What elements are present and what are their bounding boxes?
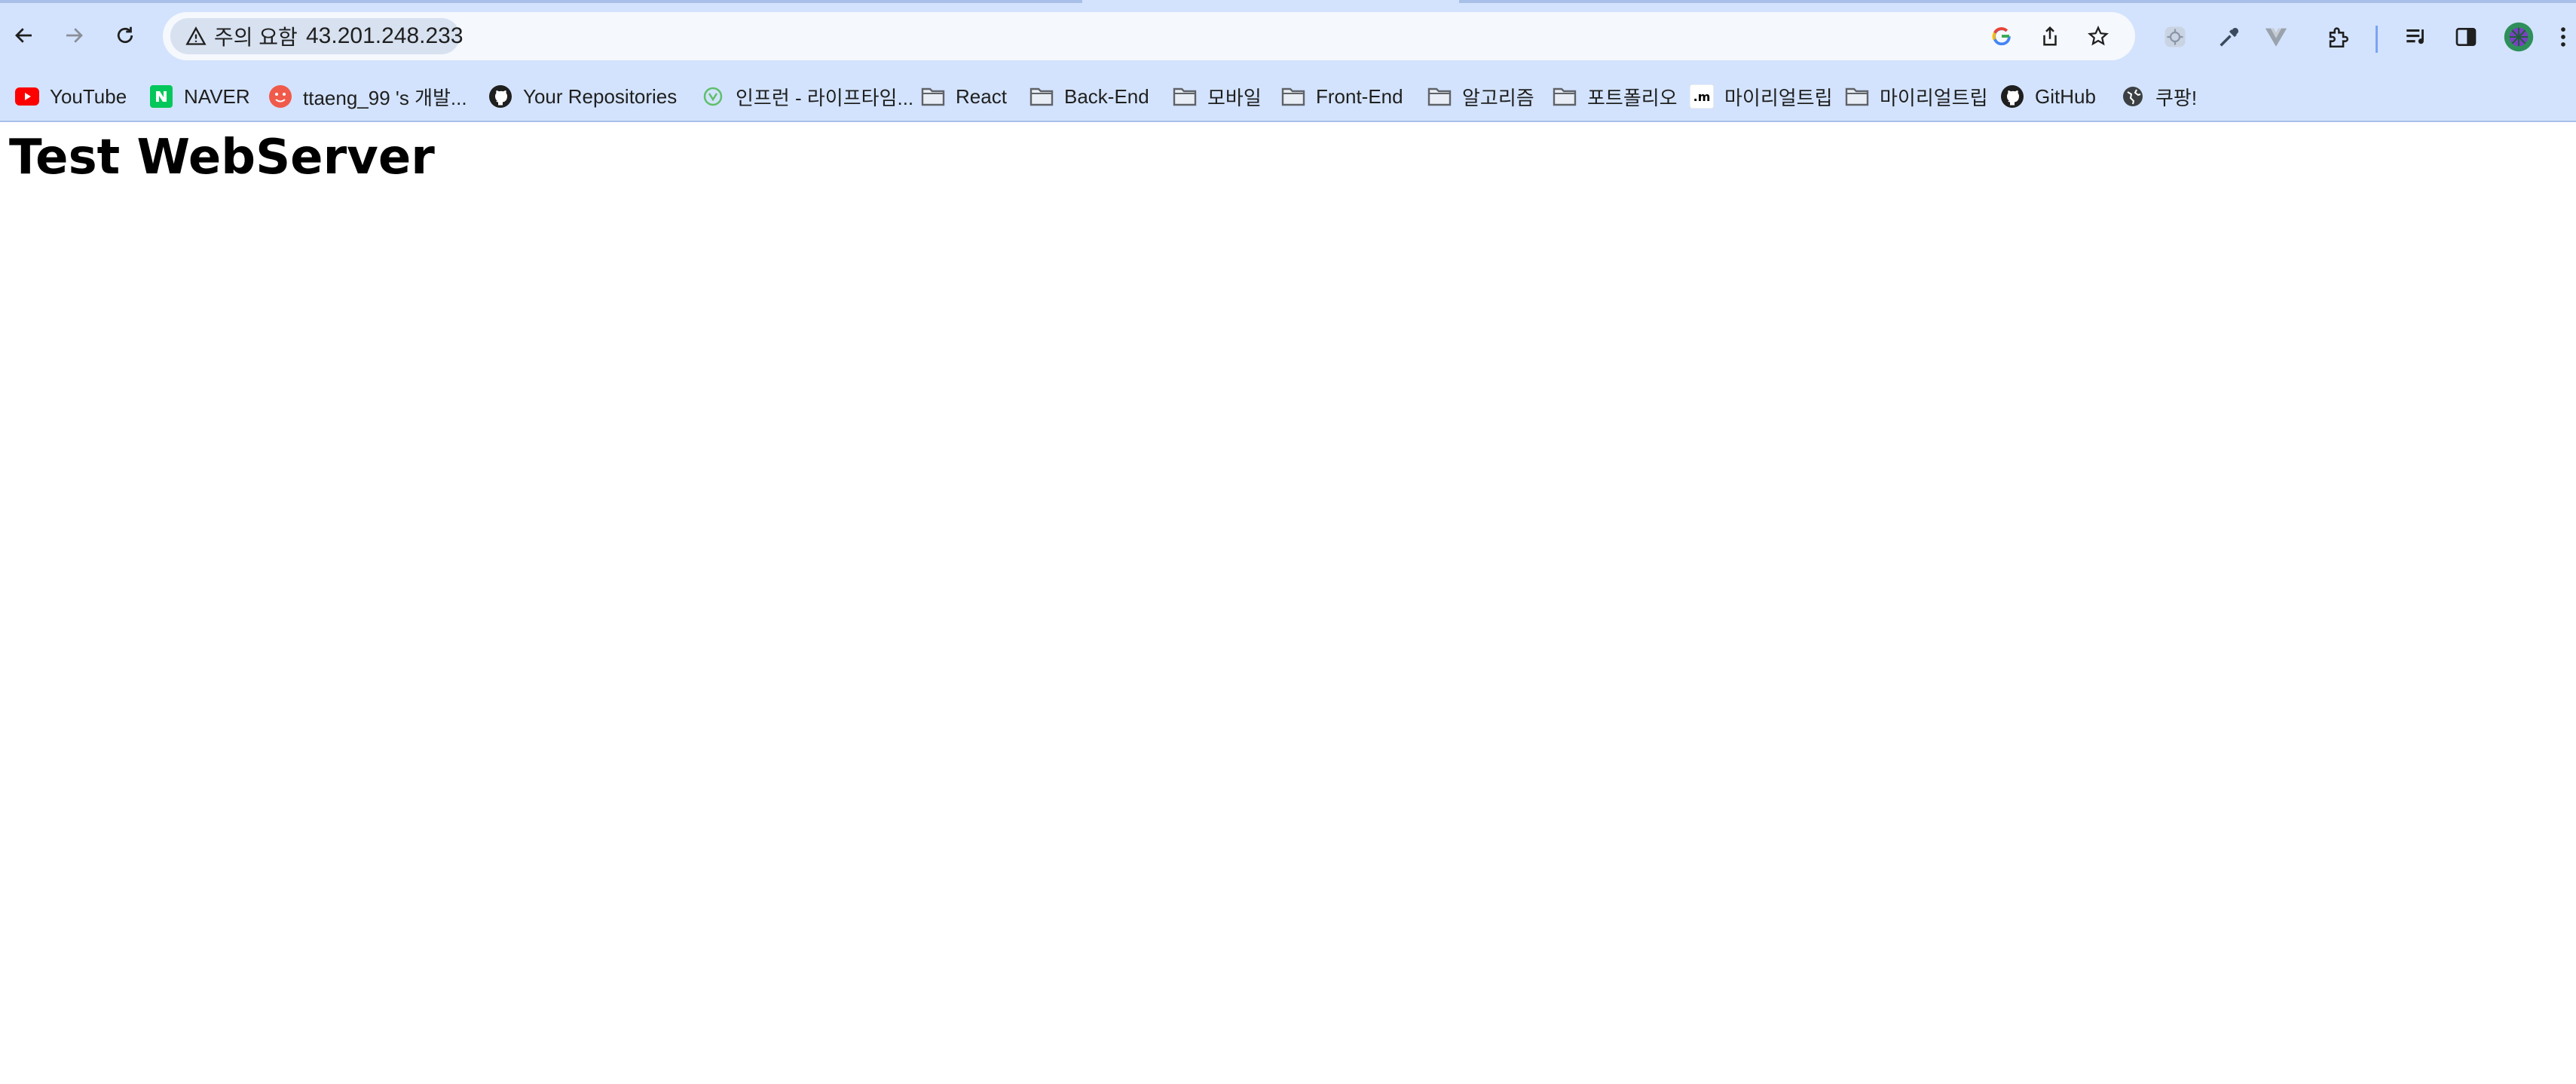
warning-triangle-icon [185,26,207,45]
page-heading: Test WebServer [9,130,435,185]
bookmark-your-repositories[interactable]: Your Repositories [488,78,677,115]
bookmark-ttaeng-blog[interactable]: ttaeng_99 's 개발... [268,78,467,115]
back-button[interactable] [8,19,41,52]
bookmark-label: 포트폴리오 [1587,86,1678,109]
bookmark-folder-back-end[interactable]: Back-End [1029,78,1149,115]
globe-icon [2121,84,2145,109]
blog-favicon-icon [268,84,292,109]
back-arrow-icon [15,28,32,43]
address-bar[interactable]: 주의 요함 43.201.248.233 [163,12,2135,60]
bookmark-label: Front-End [1316,84,1403,108]
side-panel-button[interactable] [2448,19,2484,55]
bookmark-folder-algorithm[interactable]: 알고리즘 [1427,78,1534,115]
github-icon [2000,84,2024,109]
bookmark-myrealtrip[interactable]: .m 마이리얼트립 [1690,78,1833,115]
bookmark-folder-react[interactable]: React [921,78,1007,115]
bookmark-github[interactable]: GitHub [2000,78,2096,115]
bookmark-label: GitHub [2035,84,2096,108]
folder-icon [1281,84,1305,109]
profile-avatar[interactable] [2501,19,2537,55]
bookmark-label: 마이리얼트립 [1724,86,1833,109]
bookmark-folder-mobile[interactable]: 모바일 [1173,78,1262,115]
bookmark-naver[interactable]: NAVER [149,78,250,115]
url-text[interactable]: 43.201.248.233 [306,12,463,60]
folder-icon [1553,84,1577,109]
bookmark-label: YouTube [50,84,127,108]
bookmark-label: React [956,84,1007,108]
security-chip-label: 주의 요함 [214,26,298,49]
svg-text:.m: .m [1693,90,1711,104]
folder-icon [921,84,945,109]
browser-toolbar: 주의 요함 43.201.248.233 [0,9,2576,65]
bookmark-label: Back-End [1064,84,1149,108]
forward-button[interactable] [57,19,90,52]
bookmark-folder-myrealtrip[interactable]: 마이리얼트립 [1845,78,1988,115]
bookmark-youtube[interactable]: YouTube [15,78,127,115]
bookmark-label: ttaeng_99 's 개발... [303,86,467,109]
bookmark-folder-front-end[interactable]: Front-End [1281,78,1403,115]
extension-1-icon [2165,26,2186,47]
reload-button[interactable] [109,19,142,52]
reading-list-button[interactable] [2398,19,2434,55]
bookmark-folder-portfolio[interactable]: 포트폴리오 [1553,78,1678,115]
bookmark-label: 인프런 - 라이프타임... [736,86,914,109]
menu-kebab-icon [2561,27,2565,47]
vue-devtools-icon [2265,28,2287,47]
bookmarks-bar: YouTube NAVER ttaeng_99 's 개발... Your Re… [0,78,2576,115]
eyedropper-button[interactable] [2211,19,2247,55]
star-icon [2088,26,2109,46]
bookmark-inflearn[interactable]: 인프런 - 라이프타임... [701,78,913,115]
folder-icon [1029,84,1054,109]
bookmark-coupang[interactable]: 쿠팡! [2121,78,2197,115]
github-icon [488,84,512,109]
bookmark-label: NAVER [184,84,250,108]
side-panel-icon [2455,28,2477,46]
bookmark-label: 알고리즘 [1462,86,1534,109]
google-lens-icon [1992,27,2011,46]
page-content: Test WebServer [0,122,2576,1084]
eyedropper-icon [2220,27,2239,47]
browser-chrome: 주의 요함 43.201.248.233 YouTube NAVER ttaen… [0,0,2576,122]
share-icon [2043,26,2057,46]
folder-icon [1845,84,1869,109]
bookmark-label: 쿠팡! [2155,86,2198,109]
bookmark-label: Your Repositories [523,84,678,108]
inflearn-icon [701,84,725,109]
bookmark-star-button[interactable] [2082,20,2115,53]
extensions-button[interactable] [2320,19,2356,55]
youtube-icon [15,84,39,109]
reload-icon [117,26,133,44]
toolbar-divider [2376,26,2378,53]
extension-1-button[interactable] [2157,19,2193,55]
reading-list-icon [2406,29,2424,44]
folder-icon [1427,84,1452,109]
vue-devtools-button[interactable] [2258,19,2294,55]
myrealtrip-icon: .m [1690,84,1714,109]
naver-icon [149,84,173,109]
google-lens-button[interactable] [1985,20,2018,53]
forward-arrow-icon [66,28,83,43]
tab-strip-edge [0,0,2576,3]
profile-avatar-icon [2504,22,2534,52]
chrome-menu-button[interactable] [2552,19,2574,55]
folder-icon [1173,84,1197,109]
share-button[interactable] [2033,20,2067,53]
bookmark-label: 마이리얼트립 [1880,86,1988,109]
extensions-puzzle-icon [2329,27,2348,48]
bookmark-label: 모바일 [1207,86,1262,109]
